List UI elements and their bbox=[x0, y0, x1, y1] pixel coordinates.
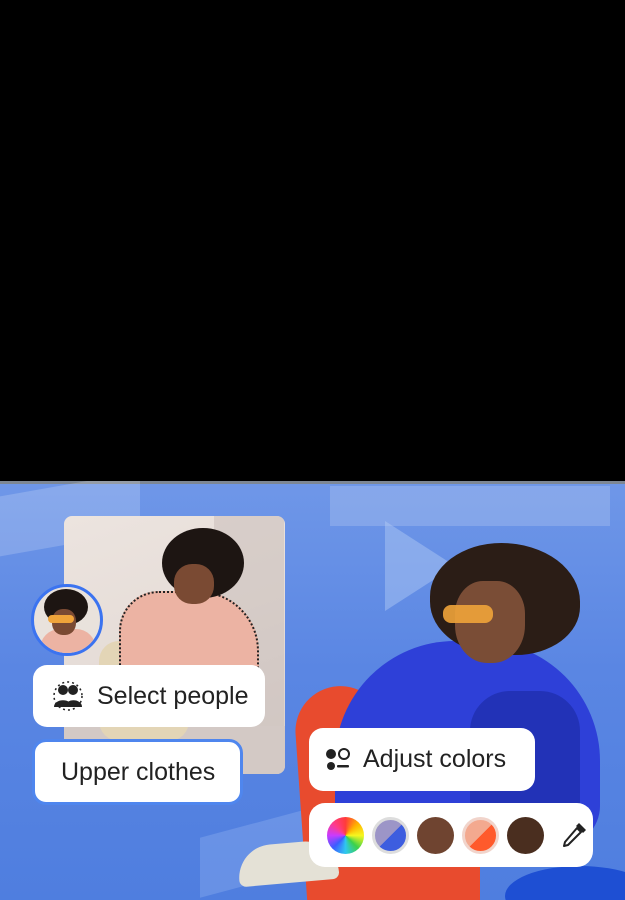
adjust-colors-label: Adjust colors bbox=[363, 745, 507, 773]
person-avatar[interactable] bbox=[31, 584, 103, 656]
swatch-medium-brown[interactable] bbox=[417, 816, 454, 854]
upper-clothes-button[interactable]: Upper clothes bbox=[32, 739, 243, 805]
swatch-color-wheel[interactable] bbox=[327, 816, 364, 854]
swatch-dark-brown[interactable] bbox=[507, 816, 544, 854]
upper-clothes-label: Upper clothes bbox=[61, 757, 216, 786]
select-people-label: Select people bbox=[97, 681, 249, 710]
swatch-lavender-blue[interactable] bbox=[372, 816, 409, 854]
light-shape bbox=[330, 486, 610, 526]
preview-face bbox=[174, 564, 214, 604]
select-people-button[interactable]: Select people bbox=[33, 665, 265, 727]
selection-preview-photo bbox=[64, 516, 285, 774]
avatar-glasses bbox=[48, 615, 74, 623]
select-people-icon bbox=[51, 681, 85, 711]
adjust-colors-button[interactable]: Adjust colors bbox=[309, 728, 535, 791]
adjust-colors-icon bbox=[325, 747, 351, 772]
blue-ball bbox=[505, 866, 625, 900]
color-swatch-toolbar bbox=[309, 803, 593, 867]
swatch-peach-orange[interactable] bbox=[462, 816, 499, 854]
person-sunglasses bbox=[443, 605, 493, 623]
eyedropper-icon[interactable] bbox=[556, 817, 592, 853]
